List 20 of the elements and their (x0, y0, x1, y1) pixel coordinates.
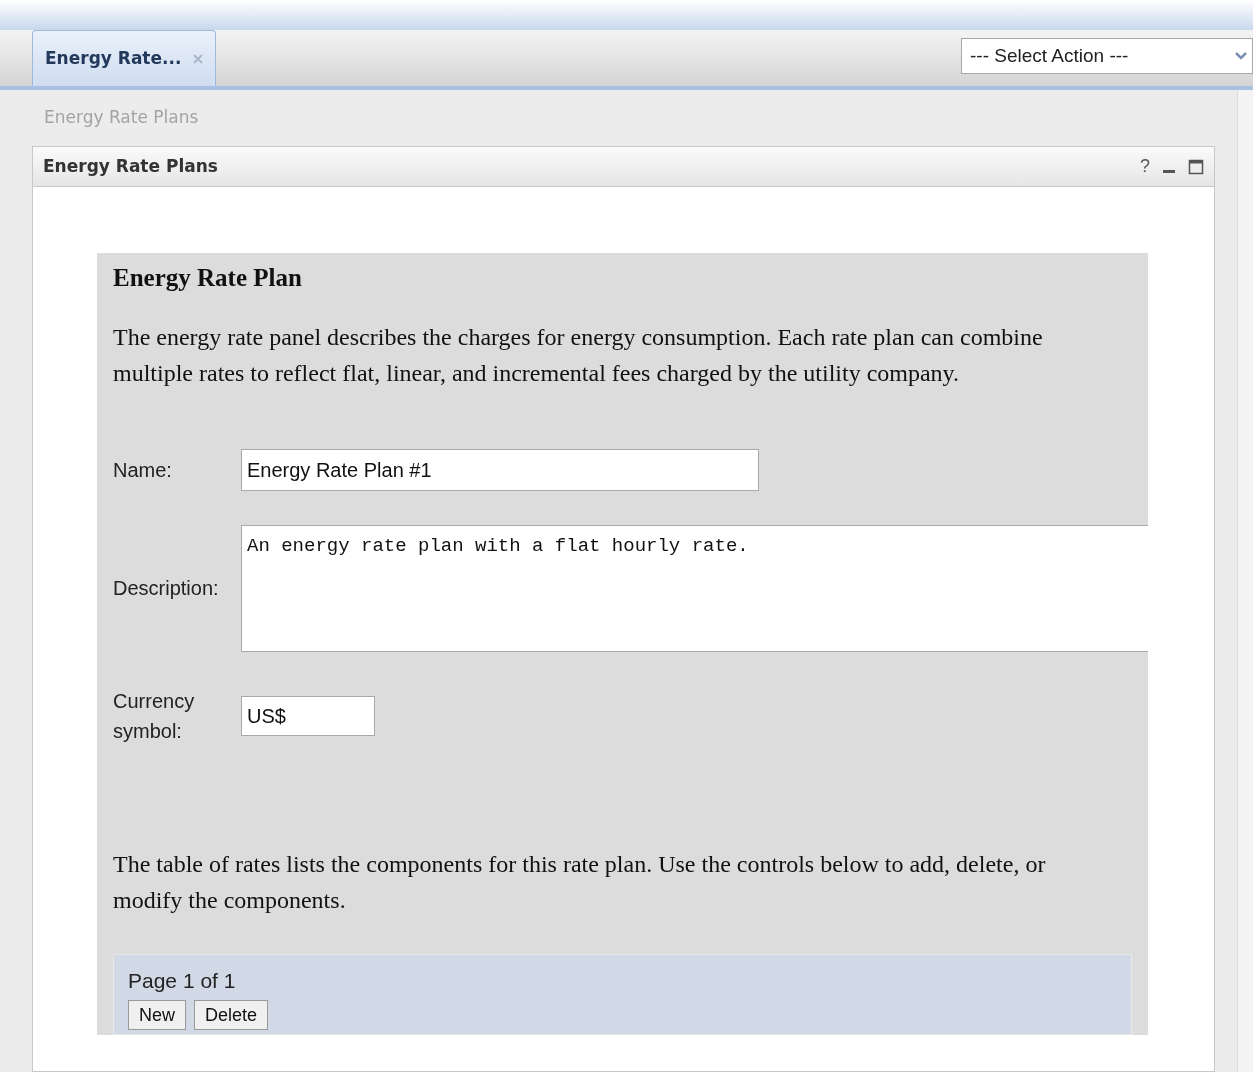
tab-label: Energy Rate... (45, 46, 182, 70)
maximize-icon[interactable] (1188, 158, 1204, 175)
currency-field[interactable]: US$ (241, 695, 375, 736)
field-label: Currency symbol: (113, 688, 196, 744)
tab[interactable]: Energy Rate... (32, 30, 217, 86)
toolbar-button[interactable]: Delete (194, 1000, 269, 1030)
toolbar-button[interactable]: New (128, 1000, 186, 1030)
help-button[interactable]: ? (1140, 153, 1150, 180)
field-label: Description: (113, 576, 220, 601)
chevron-down-icon (1234, 51, 1248, 61)
intro-paragraph: The energy rate panel describes the charges for energy consumption. Each rate plan can combine multiple rates to reflect flat, linear, and incremental fees charged by the utility company. (113, 322, 1044, 388)
pager-text: Page 1 of 1 (128, 967, 237, 994)
field-label: Name: (113, 457, 173, 483)
name-field[interactable]: Energy Rate Plan #1 (241, 448, 759, 491)
description-field[interactable]: An energy rate plan with a flat hourly rate. (241, 524, 1148, 652)
table-intro-paragraph: The table of rates lists the components for this rate plan. Use the controls below to add, delete, or modify the components. (113, 849, 1047, 915)
scrollbar[interactable] (1237, 90, 1253, 1072)
portlet-title: Energy Rate Plans (43, 154, 218, 178)
action-select[interactable]: --- Select Action --- (961, 38, 1253, 74)
form-heading: Energy Rate Plan (113, 263, 303, 293)
